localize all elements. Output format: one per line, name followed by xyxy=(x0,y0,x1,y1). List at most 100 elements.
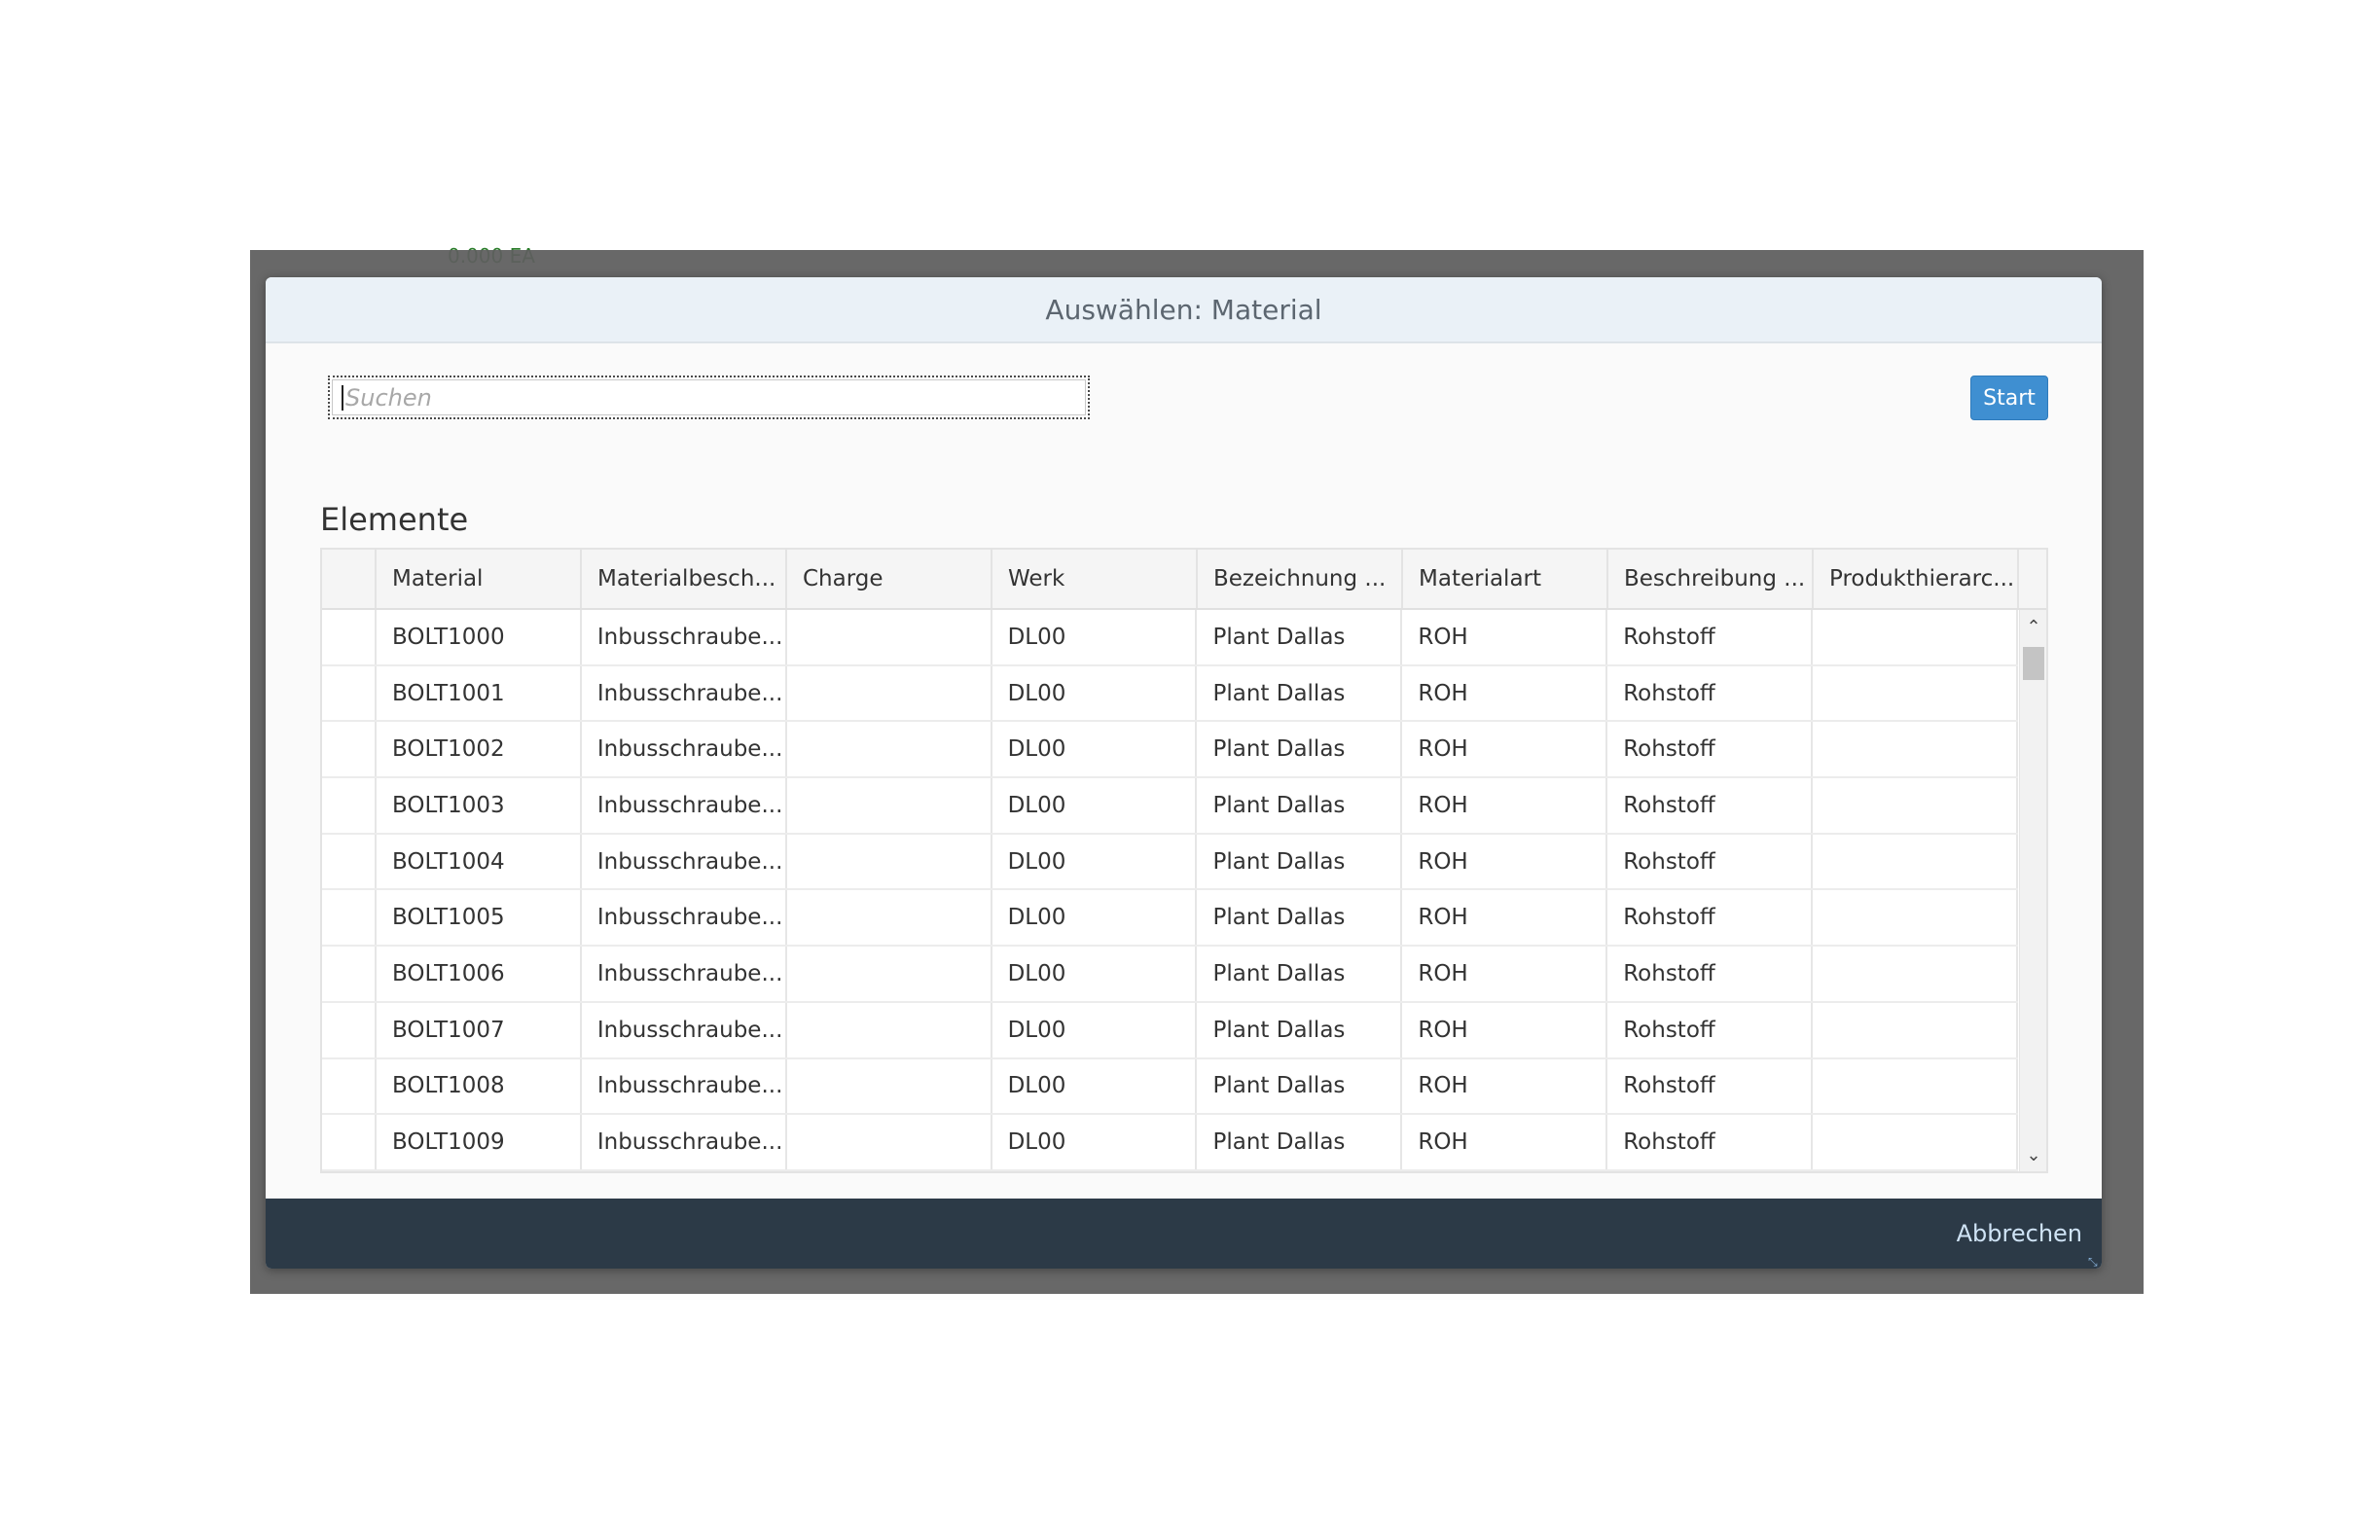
search-input[interactable] xyxy=(345,383,1065,412)
table-cell xyxy=(1813,778,2018,833)
table-cell: Rohstoff xyxy=(1607,722,1814,777)
row-selector[interactable] xyxy=(322,834,377,889)
table-cell: Plant Dallas xyxy=(1197,665,1403,721)
table-row[interactable]: BOLT1007 Inbusschraube... DL00 Plant Dallas… xyxy=(322,1002,2018,1059)
chevron-up-icon[interactable]: ⌃ xyxy=(2020,610,2047,643)
row-selector[interactable] xyxy=(322,1058,377,1114)
selection-column-header xyxy=(322,550,377,608)
table-cell xyxy=(1813,722,2018,777)
table-header: Material Materialbesch... Charge Werk Bezeic… xyxy=(322,550,2046,610)
table-cell xyxy=(787,778,992,833)
table-cell: BOLT1009 xyxy=(377,1115,582,1169)
table-row[interactable]: BOLT1009 Inbusschraube... DL00 Plant Dallas… xyxy=(322,1115,2018,1171)
table-row[interactable]: BOLT1002 Inbusschraube... DL00 Plant Dallas… xyxy=(322,722,2018,779)
table-cell: ROH xyxy=(1402,610,1608,664)
table-row[interactable]: BOLT1003 Inbusschraube... DL00 Plant Dallas… xyxy=(322,778,2018,835)
search-field[interactable] xyxy=(328,376,1090,419)
table-cell: BOLT1001 xyxy=(377,665,582,721)
table-cell: BOLT1003 xyxy=(377,778,582,833)
material-table: Material Materialbesch... Charge Werk Bezeic… xyxy=(320,548,2048,1173)
table-cell xyxy=(787,665,992,721)
table-cell: Plant Dallas xyxy=(1197,1058,1403,1114)
row-selector[interactable] xyxy=(322,665,377,721)
table-cell xyxy=(1813,1002,2018,1057)
table-cell xyxy=(787,1058,992,1114)
table-cell: Inbusschraube... xyxy=(582,1058,787,1114)
table-cell: ROH xyxy=(1402,1002,1608,1057)
table-cell: Rohstoff xyxy=(1607,834,1814,889)
table-cell: BOLT1004 xyxy=(377,834,582,889)
table-cell xyxy=(1813,610,2018,664)
table-cell: Plant Dallas xyxy=(1197,947,1403,1001)
table-cell: Rohstoff xyxy=(1607,665,1814,721)
table-row[interactable]: BOLT1006 Inbusschraube... DL00 Plant Dallas… xyxy=(322,947,2018,1003)
scrollbar-thumb[interactable] xyxy=(2023,647,2044,680)
table-cell: Plant Dallas xyxy=(1197,610,1403,664)
start-button[interactable]: Start xyxy=(1970,376,2048,420)
table-cell: DL00 xyxy=(992,665,1198,721)
table-row[interactable]: BOLT1008 Inbusschraube... DL00 Plant Dallas… xyxy=(322,1058,2018,1116)
table-row[interactable]: BOLT1000 Inbusschraube... DL00 Plant Dallas… xyxy=(322,610,2018,666)
table-row[interactable]: BOLT1004 Inbusschraube... DL00 Plant Dallas… xyxy=(322,834,2018,891)
column-header[interactable]: Werk xyxy=(992,550,1198,608)
table-cell xyxy=(1813,1115,2018,1169)
table-cell: Rohstoff xyxy=(1607,778,1814,833)
table-cell: Inbusschraube... xyxy=(582,947,787,1001)
column-header[interactable]: Materialart xyxy=(1403,550,1608,608)
table-cell xyxy=(787,834,992,889)
table-cell: Rohstoff xyxy=(1607,1115,1814,1169)
column-header[interactable]: Materialbesch... xyxy=(582,550,787,608)
row-selector[interactable] xyxy=(322,778,377,833)
table-cell: DL00 xyxy=(992,1002,1198,1057)
column-header[interactable]: Material xyxy=(377,550,582,608)
row-selector[interactable] xyxy=(322,610,377,664)
column-header[interactable]: Bezeichnung ... xyxy=(1198,550,1403,608)
table-cell: ROH xyxy=(1402,778,1608,833)
table-cell xyxy=(1813,1058,2018,1114)
table-cell: ROH xyxy=(1402,834,1608,889)
table-cell: BOLT1005 xyxy=(377,890,582,946)
row-selector[interactable] xyxy=(322,722,377,777)
vertical-scrollbar[interactable]: ⌃ ⌄ xyxy=(2019,610,2046,1171)
table-cell: Plant Dallas xyxy=(1197,1002,1403,1057)
table-cell: Plant Dallas xyxy=(1197,834,1403,889)
section-title: Elemente xyxy=(320,501,469,538)
table-cell: Plant Dallas xyxy=(1197,722,1403,777)
row-selector[interactable] xyxy=(322,1115,377,1169)
table-row[interactable]: BOLT1001 Inbusschraube... DL00 Plant Dallas… xyxy=(322,665,2018,723)
table-cell: DL00 xyxy=(992,722,1198,777)
table-row[interactable]: BOLT1005 Inbusschraube... DL00 Plant Dallas… xyxy=(322,890,2018,948)
table-cell: Plant Dallas xyxy=(1197,778,1403,833)
dialog-footer: Abbrechen ⤡ xyxy=(266,1199,2102,1269)
table-cell: Inbusschraube... xyxy=(582,1002,787,1057)
table-cell xyxy=(787,722,992,777)
table-cell xyxy=(787,610,992,664)
row-selector[interactable] xyxy=(322,1002,377,1057)
row-selector[interactable] xyxy=(322,890,377,946)
resize-handle-icon[interactable]: ⤡ xyxy=(2088,1255,2100,1269)
table-cell: DL00 xyxy=(992,947,1198,1001)
table-cell: Inbusschraube... xyxy=(582,610,787,664)
row-selector[interactable] xyxy=(322,947,377,1001)
table-cell: Inbusschraube... xyxy=(582,778,787,833)
column-header[interactable]: Produkthierarc... xyxy=(1814,550,2019,608)
table-cell: Rohstoff xyxy=(1607,890,1814,946)
table-cell: ROH xyxy=(1402,947,1608,1001)
table-cell: ROH xyxy=(1402,1058,1608,1114)
table-cell: DL00 xyxy=(992,1058,1198,1114)
cancel-button[interactable]: Abbrechen xyxy=(1957,1212,2082,1255)
column-header[interactable]: Charge xyxy=(787,550,992,608)
table-cell xyxy=(1813,947,2018,1001)
table-cell xyxy=(1813,834,2018,889)
table-cell: BOLT1006 xyxy=(377,947,582,1001)
column-header[interactable]: Beschreibung ... xyxy=(1608,550,1814,608)
table-cell: BOLT1007 xyxy=(377,1002,582,1057)
table-cell: ROH xyxy=(1402,665,1608,721)
table-cell xyxy=(787,1115,992,1169)
table-cell: BOLT1000 xyxy=(377,610,582,664)
table-cell: DL00 xyxy=(992,834,1198,889)
chevron-down-icon[interactable]: ⌄ xyxy=(2020,1138,2047,1171)
table-cell xyxy=(787,1002,992,1057)
table-cell: Plant Dallas xyxy=(1197,890,1403,946)
table-cell: DL00 xyxy=(992,778,1198,833)
